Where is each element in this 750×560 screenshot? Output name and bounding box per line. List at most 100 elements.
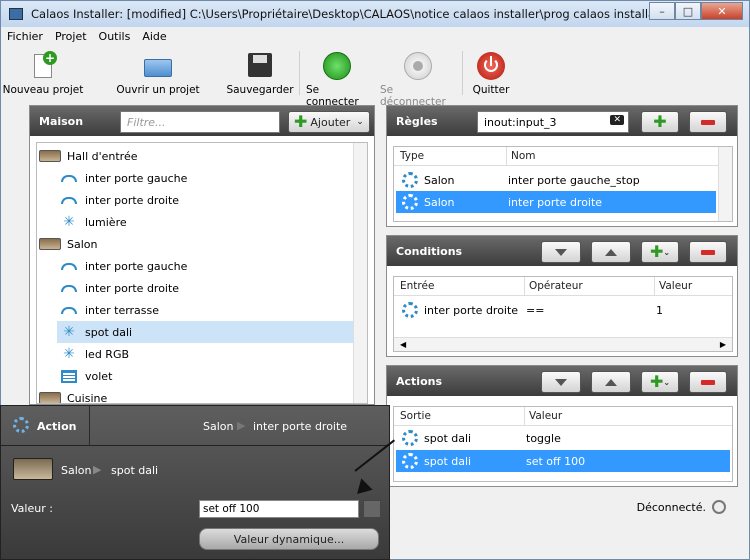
gear-icon	[402, 453, 418, 469]
table-row[interactable]: spot dali toggle	[396, 427, 730, 449]
table-row[interactable]: Salon inter porte gauche_stop	[396, 169, 716, 191]
light-icon: ✳	[63, 214, 75, 230]
column-header-valeur[interactable]: Valeur	[654, 277, 696, 295]
tree-item-label: inter porte gauche	[85, 171, 188, 185]
column-header-valeur[interactable]: Valeur	[524, 407, 566, 425]
menu-aide[interactable]: Aide	[136, 28, 172, 46]
maximize-button[interactable]: □	[675, 2, 701, 20]
actions-table: Sortie Valeur spot dali toggle spot dali…	[393, 406, 733, 482]
tree-item-inter[interactable]: inter porte gauche	[61, 255, 351, 277]
disconnect-button[interactable]: Se déconnecter	[380, 47, 456, 108]
table-row-selected[interactable]: Salon inter porte droite	[396, 191, 716, 213]
remove-condition-button[interactable]	[689, 241, 727, 263]
save-button[interactable]: Sauvegarder	[226, 47, 294, 96]
add-label: Ajouter	[310, 115, 351, 129]
action-valeur: set off 100	[526, 454, 586, 468]
add-button[interactable]: ✚ Ajouter ⌄	[288, 111, 370, 133]
tree-scrollbar[interactable]	[353, 143, 367, 403]
tree-item-volet[interactable]: volet	[61, 365, 351, 387]
quit-label: Quitter	[472, 84, 510, 96]
menu-fichier[interactable]: Fichier	[1, 28, 49, 46]
tree-item-label: Hall d'entrée	[67, 149, 138, 163]
tree-item-inter[interactable]: inter porte droite	[61, 277, 351, 299]
chevron-right-icon: ▶	[237, 419, 246, 432]
popup-title: Action	[37, 420, 77, 433]
column-header-nom[interactable]: Nom	[506, 147, 540, 165]
minimize-button[interactable]: –	[649, 2, 675, 20]
dynamic-value-button[interactable]: Valeur dynamique...	[199, 528, 379, 550]
regles-scrollbar[interactable]	[718, 147, 732, 221]
column-header-entree[interactable]: Entrée	[396, 277, 438, 295]
value-input[interactable]	[199, 500, 359, 518]
tree-item-room[interactable]: Hall d'entrée	[39, 145, 349, 167]
folder-icon	[143, 51, 173, 81]
arrow-up-icon	[605, 378, 617, 386]
window-title: Calaos Installer: [modified] C:\Users\Pr…	[31, 7, 672, 21]
add-action-button[interactable]: ✚ ⌄	[641, 371, 679, 393]
value-dropdown-button[interactable]	[363, 500, 381, 518]
move-up-button[interactable]	[591, 241, 631, 263]
minimize-icon: –	[659, 4, 665, 18]
action-popup: Action Salon ▶ inter porte droite Salon …	[0, 405, 390, 560]
remove-action-button[interactable]	[689, 371, 727, 393]
column-header-sortie[interactable]: Sortie	[396, 407, 435, 425]
tree-item-inter[interactable]: inter terrasse	[61, 299, 351, 321]
filter-input[interactable]: Filtre...	[120, 111, 280, 133]
new-project-button[interactable]: + Nouveau projet	[1, 47, 85, 96]
room-thumbnail-icon	[13, 458, 53, 480]
maison-header: Maison Filtre... ✚ Ajouter ⌄	[30, 106, 374, 136]
maximize-icon: □	[682, 4, 694, 18]
open-project-button[interactable]: Ouvrir un projet	[113, 47, 203, 96]
tree-item-light[interactable]: ✳ led RGB	[61, 343, 351, 365]
actions-header: Actions ✚ ⌄	[387, 366, 737, 396]
window-controls: – □ ✕	[649, 2, 743, 20]
actions-title: Actions	[396, 375, 442, 388]
menu-outils[interactable]: Outils	[93, 28, 137, 46]
table-row-selected[interactable]: spot dali set off 100	[396, 450, 730, 472]
tree-item-label: volet	[85, 369, 113, 383]
light-icon: ✳	[63, 324, 75, 340]
floppy-icon	[245, 51, 275, 81]
scroll-left-icon[interactable]: ◀	[400, 340, 406, 349]
move-down-button[interactable]	[541, 241, 581, 263]
regles-panel: Règles inout:input_3 ✕ ✚ Type Nom Salon …	[386, 105, 738, 227]
new-project-label: Nouveau projet	[2, 84, 84, 96]
tree-item-room[interactable]: Salon	[39, 233, 349, 255]
regles-title: Règles	[396, 115, 438, 128]
table-row[interactable]: inter porte droite == 1	[396, 299, 726, 321]
connect-button[interactable]: Se connecter	[306, 47, 368, 108]
switch-icon	[61, 174, 77, 182]
app-icon	[9, 8, 23, 20]
tree-item-room[interactable]: Cuisine	[39, 387, 349, 404]
tree-item-inter[interactable]: inter porte gauche	[61, 167, 351, 189]
close-button[interactable]: ✕	[701, 2, 743, 20]
quit-button[interactable]: Quitter	[469, 47, 513, 96]
condition-entree: inter porte droite	[424, 303, 519, 317]
menu-projet[interactable]: Projet	[49, 28, 93, 46]
scroll-right-icon[interactable]: ▶	[720, 340, 726, 349]
close-icon: ✕	[717, 4, 727, 18]
tree-item-inter[interactable]: inter porte droite	[61, 189, 351, 211]
switch-icon	[61, 262, 77, 270]
add-rule-button[interactable]: ✚	[641, 111, 679, 133]
tree-item-light-selected[interactable]: ✳ spot dali	[57, 321, 353, 343]
rule-search-input[interactable]: inout:input_3 ✕	[477, 111, 629, 133]
move-up-button[interactable]	[591, 371, 631, 393]
column-header-operateur[interactable]: Opérateur	[524, 277, 587, 295]
clear-icon[interactable]: ✕	[610, 115, 624, 125]
conditions-hscrollbar[interactable]: ◀ ▶	[394, 337, 732, 351]
action-sortie: spot dali	[424, 454, 472, 468]
tree-item-label: Cuisine	[67, 391, 108, 404]
rule-type: Salon	[424, 173, 455, 187]
column-header-type[interactable]: Type	[396, 147, 428, 165]
remove-rule-button[interactable]	[689, 111, 727, 133]
arrow-down-icon	[555, 248, 567, 256]
tree-item-label: led RGB	[85, 347, 130, 361]
move-down-button[interactable]	[541, 371, 581, 393]
toolbar: + Nouveau projet Ouvrir un projet Sauveg…	[1, 47, 749, 108]
gear-icon	[402, 430, 418, 446]
action-valeur: toggle	[526, 431, 561, 445]
actions-panel: Actions ✚ ⌄ Sortie Valeur spot dali toggl…	[386, 365, 738, 487]
add-condition-button[interactable]: ✚ ⌄	[641, 241, 679, 263]
tree-item-light[interactable]: ✳ lumière	[61, 211, 351, 233]
